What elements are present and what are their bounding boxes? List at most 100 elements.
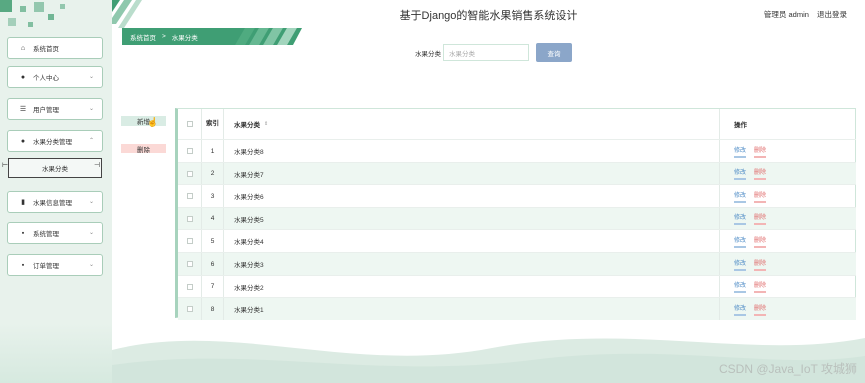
- bar-chart-icon: ▮: [21, 199, 25, 206]
- add-button[interactable]: 新增: [121, 116, 166, 126]
- sidebar-subitem-label: 水果分类: [42, 166, 68, 173]
- sidebar-item-fruit-info[interactable]: ▮ 水果信息管理 ⌄: [7, 191, 103, 213]
- row-checkbox[interactable]: [186, 170, 193, 177]
- table-row: 3 水果分类6 修改 删除: [178, 184, 856, 208]
- row-name: 水果分类3: [224, 253, 720, 275]
- search-placeholder: 水果分类: [449, 50, 475, 58]
- sidebar-item-home[interactable]: ⌂ 系统首页: [7, 37, 103, 59]
- row-checkbox[interactable]: [186, 215, 193, 222]
- breadcrumb-current: 水果分类: [171, 34, 198, 42]
- row-index: 1: [202, 140, 224, 162]
- decor-square: [0, 0, 12, 12]
- row-checkbox[interactable]: [186, 193, 193, 200]
- grid-icon: ▪: [21, 229, 25, 237]
- delete-button[interactable]: 删除: [121, 144, 166, 154]
- breadcrumb-home[interactable]: 系统首页: [130, 32, 156, 42]
- edit-button[interactable]: 修改: [734, 303, 747, 316]
- header-name-label: 水果分类: [234, 122, 260, 129]
- sidebar-item-label: 系统管理: [33, 231, 59, 238]
- sidebar-item-profile[interactable]: ● 个人中心 ⌄: [7, 66, 103, 88]
- row-checkbox[interactable]: [186, 283, 193, 290]
- table-row: 5 水果分类4 修改 删除: [178, 229, 856, 253]
- row-index: 5: [202, 230, 224, 253]
- row-name: 水果分类7: [224, 162, 720, 185]
- edit-button[interactable]: 修改: [734, 145, 747, 158]
- row-delete-button[interactable]: 删除: [754, 167, 767, 181]
- sidebar-item-label: 水果信息管理: [33, 200, 72, 207]
- sidebar-subitem-fruit-category[interactable]: 水果分类: [8, 158, 102, 178]
- row-name: 水果分类4: [224, 230, 720, 253]
- sidebar-decor: [0, 323, 112, 383]
- row-index: 7: [202, 275, 224, 298]
- user-area: 管理员 admin 退出登录: [758, 9, 847, 20]
- row-delete-button[interactable]: 删除: [754, 258, 767, 271]
- edit-button[interactable]: 修改: [734, 212, 747, 226]
- decor-square: [48, 14, 54, 20]
- header-ops: 操作: [734, 122, 747, 129]
- header-name[interactable]: 水果分类 ⇕: [224, 109, 720, 139]
- chevron-down-icon: ⌄: [88, 74, 94, 80]
- row-index: 2: [202, 162, 224, 185]
- sidebar-item-orders[interactable]: ▪ 订单管理 ⌄: [7, 254, 103, 276]
- table-row: 4 水果分类5 修改 删除: [178, 206, 856, 230]
- row-checkbox[interactable]: [186, 148, 193, 154]
- row-delete-button[interactable]: 删除: [754, 280, 767, 294]
- table-header: 索引 水果分类 ⇕ 操作: [178, 109, 856, 139]
- row-name: 水果分类6: [224, 185, 720, 208]
- row-checkbox[interactable]: [186, 261, 193, 267]
- edit-button[interactable]: 修改: [734, 235, 747, 248]
- table-row: 8 水果分类1 修改 删除: [178, 297, 856, 321]
- chevron-up-icon: ⌃: [88, 138, 94, 144]
- search-label: 水果分类: [415, 51, 441, 58]
- row-index: 8: [202, 298, 224, 321]
- sidebar-item-label: 用户管理: [33, 107, 59, 114]
- decor-square: [20, 6, 26, 12]
- edit-button[interactable]: 修改: [734, 258, 747, 271]
- table-row: 2 水果分类7 修改 删除: [178, 161, 856, 185]
- sidebar-item-system[interactable]: ▪ 系统管理 ⌄: [7, 222, 103, 244]
- chevron-down-icon: ⌄: [88, 199, 94, 205]
- user-label: 管理员 admin: [763, 10, 809, 19]
- row-delete-button[interactable]: 删除: [754, 190, 767, 203]
- table-row: 6 水果分类3 修改 删除: [178, 252, 856, 275]
- select-all-checkbox[interactable]: [186, 121, 193, 127]
- table-row: 7 水果分类2 修改 删除: [178, 274, 856, 298]
- page-title: 基于Django的智能水果销售系统设计: [399, 10, 578, 22]
- person-icon: ●: [20, 73, 26, 81]
- decor-square: [34, 2, 44, 12]
- row-delete-button[interactable]: 删除: [754, 235, 767, 248]
- edit-button[interactable]: 修改: [734, 190, 747, 203]
- logout-link[interactable]: 退出登录: [817, 10, 847, 19]
- sidebar-item-fruit-category[interactable]: ● 水果分类管理 ⌃: [7, 130, 103, 152]
- cursor-icon: ☝: [147, 117, 159, 127]
- chevron-down-icon: ⌄: [88, 262, 94, 268]
- decor-square: [8, 18, 16, 26]
- row-checkbox[interactable]: [186, 238, 193, 245]
- sidebar-item-label: 个人中心: [33, 75, 59, 82]
- row-delete-button[interactable]: 删除: [754, 212, 767, 226]
- row-name: 水果分类8: [224, 140, 720, 162]
- chevron-down-icon: ⌄: [88, 230, 94, 236]
- sort-icon[interactable]: ⇕: [264, 121, 268, 127]
- watermark: CSDN @Java_IoT 攻城狮: [719, 362, 857, 376]
- edit-button[interactable]: 修改: [734, 167, 747, 181]
- search-button[interactable]: 查询: [536, 43, 572, 62]
- grid-icon: ▪: [21, 261, 25, 269]
- sidebar-item-users[interactable]: ☰ 用户管理 ⌄: [7, 98, 103, 120]
- data-table: 索引 水果分类 ⇕ 操作 1 水果分类8 修改 删除 2 水果分类7 修改 删除 3 水果分类6 修…: [175, 108, 856, 321]
- decor-square: [60, 4, 65, 9]
- row-name: 水果分类5: [224, 207, 720, 230]
- chevron-down-icon: ⌄: [88, 106, 94, 112]
- sidebar-item-label: 水果分类管理: [33, 139, 72, 146]
- row-delete-button[interactable]: 删除: [754, 303, 767, 316]
- row-delete-button[interactable]: 删除: [754, 145, 767, 158]
- sidebar-item-label: 订单管理: [33, 263, 59, 270]
- row-index: 3: [202, 185, 224, 208]
- row-checkbox[interactable]: [186, 306, 193, 313]
- search-input[interactable]: 水果分类: [443, 44, 529, 61]
- edit-button[interactable]: 修改: [734, 280, 747, 294]
- row-index: 6: [202, 253, 224, 275]
- resize-handle-right-icon[interactable]: ⊣: [94, 161, 100, 169]
- row-name: 水果分类2: [224, 275, 720, 298]
- table-row: 1 水果分类8 修改 删除: [178, 139, 856, 162]
